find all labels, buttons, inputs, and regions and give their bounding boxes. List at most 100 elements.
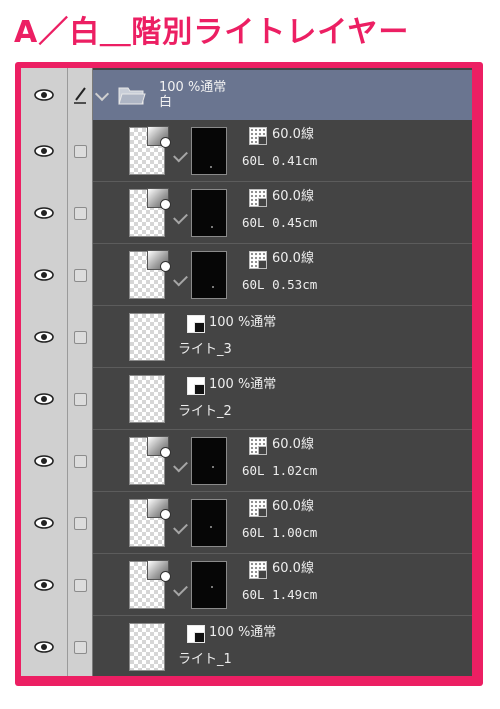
edit-lock-checkbox[interactable] bbox=[68, 554, 92, 616]
edit-lock-checkbox[interactable] bbox=[68, 616, 92, 676]
layer-row[interactable]: 60.0線 60L 0.53cm bbox=[21, 244, 472, 306]
tone-corner bbox=[258, 198, 267, 207]
checkbox-box bbox=[73, 392, 87, 406]
checkbox-box bbox=[73, 516, 87, 530]
tone-layer-badge-icon bbox=[147, 498, 171, 520]
layer-blend-mode: 60.0線 bbox=[272, 189, 314, 204]
raster-layer-icon-inner bbox=[194, 322, 205, 333]
ring-icon bbox=[160, 509, 171, 520]
tone-settings: 60L 0.41cm bbox=[242, 153, 318, 168]
mask-speck bbox=[211, 586, 213, 588]
layer-name: ライト_1 bbox=[178, 652, 232, 667]
eye-icon[interactable] bbox=[21, 492, 67, 554]
checkbox-box bbox=[73, 268, 87, 282]
checkbox-box bbox=[73, 206, 87, 220]
layer-mask-thumbnail[interactable] bbox=[191, 251, 227, 299]
mask-link-check-icon bbox=[173, 209, 188, 225]
layer-row[interactable]: 60.0線 60L 1.02cm bbox=[21, 430, 472, 492]
mask-speck bbox=[210, 526, 212, 528]
raster-layer-icon bbox=[187, 625, 205, 643]
tone-icon bbox=[249, 437, 267, 455]
eye-icon[interactable] bbox=[21, 182, 67, 244]
tone-layer-badge-icon bbox=[147, 560, 171, 582]
tone-settings: 60L 1.02cm bbox=[242, 463, 318, 478]
raster-layer-icon-inner bbox=[194, 384, 205, 395]
layer-row[interactable]: 100 %通常ライト_1 bbox=[21, 616, 472, 676]
edit-lock-checkbox[interactable] bbox=[68, 368, 92, 430]
layer-blend-mode: 100 %通常 bbox=[209, 315, 277, 330]
raster-layer-icon-inner bbox=[194, 632, 205, 643]
layer-panel: 100 %通常 白 60.0線 60L 0.41cm 60.0線 60L 0.45cm… bbox=[21, 68, 472, 676]
layer-blend-mode: 60.0線 bbox=[272, 251, 314, 266]
ring-icon bbox=[160, 137, 171, 148]
layer-row[interactable]: 100 %通常ライト_3 bbox=[21, 306, 472, 368]
tone-settings: 60L 0.53cm bbox=[242, 277, 318, 292]
layer-name: ライト_2 bbox=[178, 404, 232, 419]
eye-icon[interactable] bbox=[21, 70, 67, 120]
eye-icon[interactable] bbox=[21, 368, 67, 430]
layer-blend-mode: 60.0線 bbox=[272, 561, 314, 576]
layer-name: ライト_3 bbox=[178, 342, 232, 357]
folder-highlight bbox=[93, 70, 472, 120]
folder-row[interactable]: 100 %通常 白 bbox=[21, 70, 472, 120]
tone-settings: 60L 1.49cm bbox=[242, 587, 318, 602]
mask-link-check-icon bbox=[173, 581, 188, 597]
layer-blend-mode: 100 %通常 bbox=[209, 377, 277, 392]
tone-icon bbox=[249, 251, 267, 269]
ring-icon bbox=[160, 261, 171, 272]
eye-icon[interactable] bbox=[21, 306, 67, 368]
layer-mask-thumbnail[interactable] bbox=[191, 437, 227, 485]
page-title: A／白＿階別ライトレイヤー bbox=[14, 15, 410, 50]
ring-icon bbox=[160, 447, 171, 458]
layer-row[interactable]: 60.0線 60L 0.41cm bbox=[21, 120, 472, 182]
checkbox-box bbox=[73, 330, 87, 344]
layer-blend-mode: 100 %通常 bbox=[209, 625, 277, 640]
eye-icon[interactable] bbox=[21, 616, 67, 676]
eye-icon[interactable] bbox=[21, 554, 67, 616]
mask-link-check-icon bbox=[173, 147, 188, 163]
eye-icon[interactable] bbox=[21, 244, 67, 306]
folder-open-icon bbox=[118, 84, 146, 110]
pen-icon[interactable] bbox=[68, 70, 92, 120]
layer-blend-mode: 60.0線 bbox=[272, 127, 314, 142]
layer-mask-thumbnail[interactable] bbox=[191, 499, 227, 547]
folder-blend-mode: 100 %通常 bbox=[159, 80, 227, 95]
layer-row[interactable]: 60.0線 60L 1.49cm bbox=[21, 554, 472, 616]
layer-mask-thumbnail[interactable] bbox=[191, 189, 227, 237]
layer-row[interactable]: 60.0線 60L 0.45cm bbox=[21, 182, 472, 244]
tone-layer-badge-icon bbox=[147, 436, 171, 458]
mask-link-check-icon bbox=[173, 271, 188, 287]
tone-corner bbox=[258, 260, 267, 269]
layer-blend-mode: 60.0線 bbox=[272, 437, 314, 452]
edit-lock-checkbox[interactable] bbox=[68, 492, 92, 554]
edit-lock-checkbox[interactable] bbox=[68, 182, 92, 244]
layer-mask-thumbnail[interactable] bbox=[191, 127, 227, 175]
layer-blend-mode: 60.0線 bbox=[272, 499, 314, 514]
layer-thumbnail bbox=[129, 375, 165, 423]
eye-icon[interactable] bbox=[21, 120, 67, 182]
tone-icon bbox=[249, 127, 267, 145]
tone-icon bbox=[249, 499, 267, 517]
checkbox-box bbox=[73, 640, 87, 654]
layer-thumbnail bbox=[129, 623, 165, 671]
edit-lock-checkbox[interactable] bbox=[68, 430, 92, 492]
layer-row[interactable]: 60.0線 60L 1.00cm bbox=[21, 492, 472, 554]
eye-icon[interactable] bbox=[21, 430, 67, 492]
ring-icon bbox=[160, 199, 171, 210]
mask-speck bbox=[211, 226, 213, 228]
raster-layer-icon bbox=[187, 315, 205, 333]
tone-icon bbox=[249, 561, 267, 579]
ring-icon bbox=[160, 571, 171, 582]
edit-lock-checkbox[interactable] bbox=[68, 120, 92, 182]
mask-speck bbox=[212, 466, 214, 468]
layer-mask-thumbnail[interactable] bbox=[191, 561, 227, 609]
tone-icon bbox=[249, 189, 267, 207]
tone-corner bbox=[258, 446, 267, 455]
raster-layer-icon bbox=[187, 377, 205, 395]
edit-lock-checkbox[interactable] bbox=[68, 244, 92, 306]
mask-link-check-icon bbox=[173, 519, 188, 535]
edit-lock-checkbox[interactable] bbox=[68, 306, 92, 368]
layer-row[interactable]: 100 %通常ライト_2 bbox=[21, 368, 472, 430]
tone-settings: 60L 0.45cm bbox=[242, 215, 318, 230]
tone-layer-badge-icon bbox=[147, 250, 171, 272]
